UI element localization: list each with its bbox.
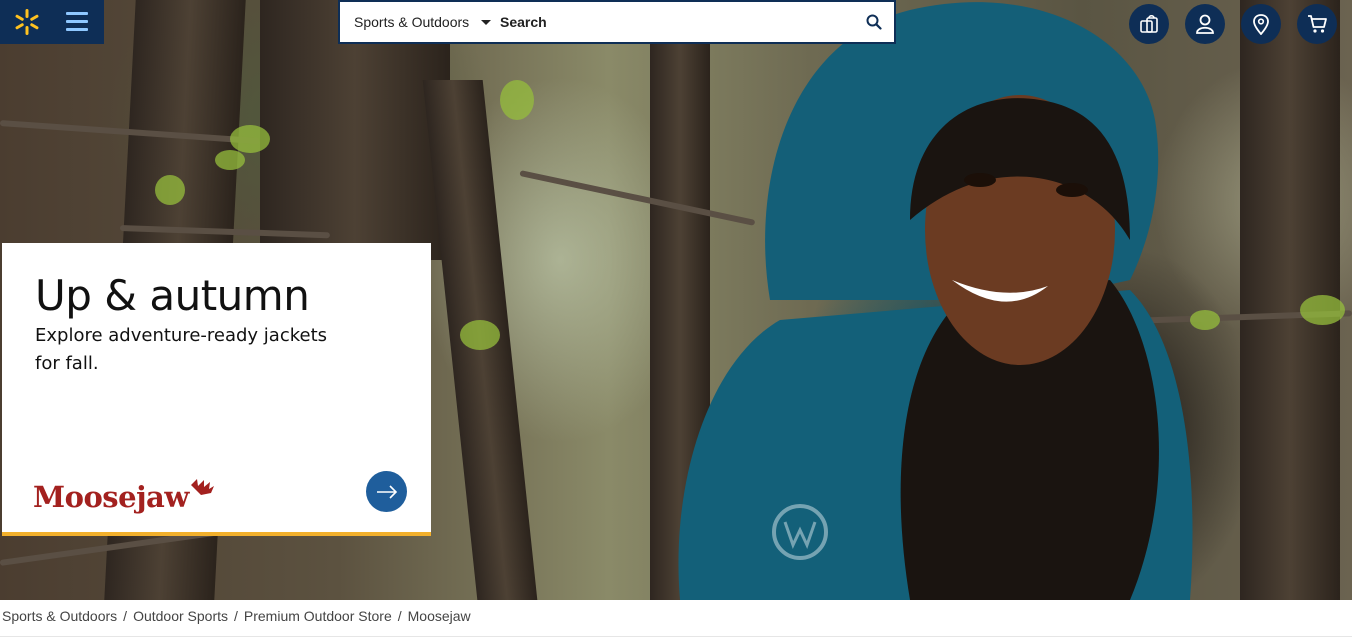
breadcrumb-outdoor-sports[interactable]: Outdoor Sports [133, 608, 228, 624]
caret-down-icon [481, 19, 492, 25]
moss [230, 125, 270, 153]
cart-button[interactable] [1297, 4, 1337, 44]
moss [215, 150, 245, 170]
spark-logo-icon [15, 9, 39, 35]
menu-icon[interactable] [66, 10, 88, 34]
department-dropdown[interactable]: Sports & Outdoors [340, 2, 500, 42]
location-icon [1253, 14, 1269, 35]
account-icon [1196, 14, 1214, 34]
promo-title: Up & autumn [35, 271, 310, 320]
store-locator-button[interactable] [1241, 4, 1281, 44]
registry-icon [1140, 14, 1158, 33]
search-bar: Sports & Outdoors [338, 0, 896, 44]
breadcrumb-premium-outdoor-store[interactable]: Premium Outdoor Store [244, 608, 392, 624]
page: Sports & Outdoors Search Up & autumn Exp… [0, 0, 1352, 643]
divider [0, 636, 1352, 637]
search-input[interactable] [500, 2, 854, 42]
breadcrumb-sports-outdoors[interactable]: Sports & Outdoors [2, 608, 117, 624]
moss [155, 175, 185, 205]
breadcrumb-separator: / [234, 608, 238, 624]
walmart-logo-box[interactable] [0, 0, 104, 44]
promo-subtitle: Explore adventure-ready jackets for fall… [35, 325, 328, 374]
promo-arrow-button[interactable] [366, 471, 407, 512]
cart-icon [1308, 15, 1327, 33]
model-in-jacket [678, 2, 1193, 600]
breadcrumb-separator: / [397, 608, 402, 624]
breadcrumb: Sports & Outdoors / Outdoor Sports / Pre… [2, 608, 471, 624]
department-label: Sports & Outdoors [354, 14, 470, 30]
moss [460, 320, 500, 350]
promo-card: Up & autumn Explore adventure-ready jack… [2, 243, 431, 536]
registry-button[interactable] [1129, 4, 1169, 44]
moss [1300, 295, 1345, 325]
moosejaw-logo[interactable]: Moosejaw [33, 477, 218, 517]
arrow-right-icon [376, 484, 397, 499]
moss [500, 80, 534, 120]
breadcrumb-moosejaw: Moosejaw [407, 608, 471, 624]
account-button[interactable] [1185, 4, 1225, 44]
svg-text:Moosejaw: Moosejaw [33, 480, 190, 514]
breadcrumb-separator: / [123, 608, 128, 624]
search-icon[interactable] [854, 2, 894, 42]
